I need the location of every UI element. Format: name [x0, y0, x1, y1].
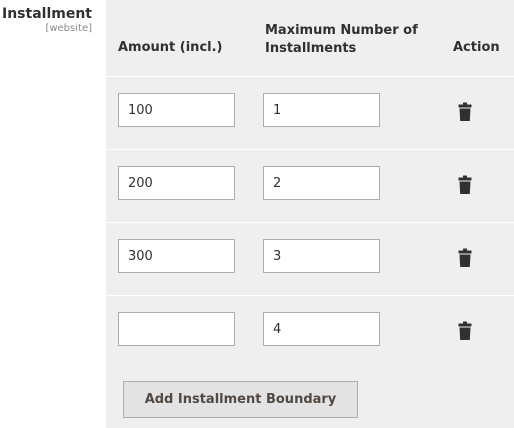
table-row — [106, 76, 514, 149]
table-row — [106, 149, 514, 222]
column-header-max-installments: Maximum Number of Installments — [265, 23, 418, 56]
trash-icon[interactable] — [457, 321, 473, 341]
add-installment-boundary-button[interactable]: Add Installment Boundary — [123, 381, 358, 418]
table-row — [106, 295, 514, 368]
column-header-amount: Amount (incl.) — [118, 40, 223, 55]
amount-input[interactable] — [118, 166, 235, 200]
trash-icon[interactable] — [457, 102, 473, 122]
trash-icon[interactable] — [457, 175, 473, 195]
amount-input[interactable] — [118, 93, 235, 127]
field-label: Installment [website] — [0, 6, 92, 36]
amount-input[interactable] — [118, 312, 235, 346]
column-header-action: Action — [453, 40, 500, 55]
max-installments-input[interactable] — [263, 166, 380, 200]
max-installments-input[interactable] — [263, 93, 380, 127]
table-row — [106, 222, 514, 295]
amount-input[interactable] — [118, 239, 235, 273]
field-scope: [website] — [45, 23, 92, 34]
trash-icon[interactable] — [457, 248, 473, 268]
max-installments-input[interactable] — [263, 312, 380, 346]
table-header: Amount (incl.) Maximum Number of Install… — [106, 0, 514, 76]
field-title: Installment — [2, 6, 92, 22]
max-installments-input[interactable] — [263, 239, 380, 273]
installment-table: Amount (incl.) Maximum Number of Install… — [106, 0, 514, 428]
